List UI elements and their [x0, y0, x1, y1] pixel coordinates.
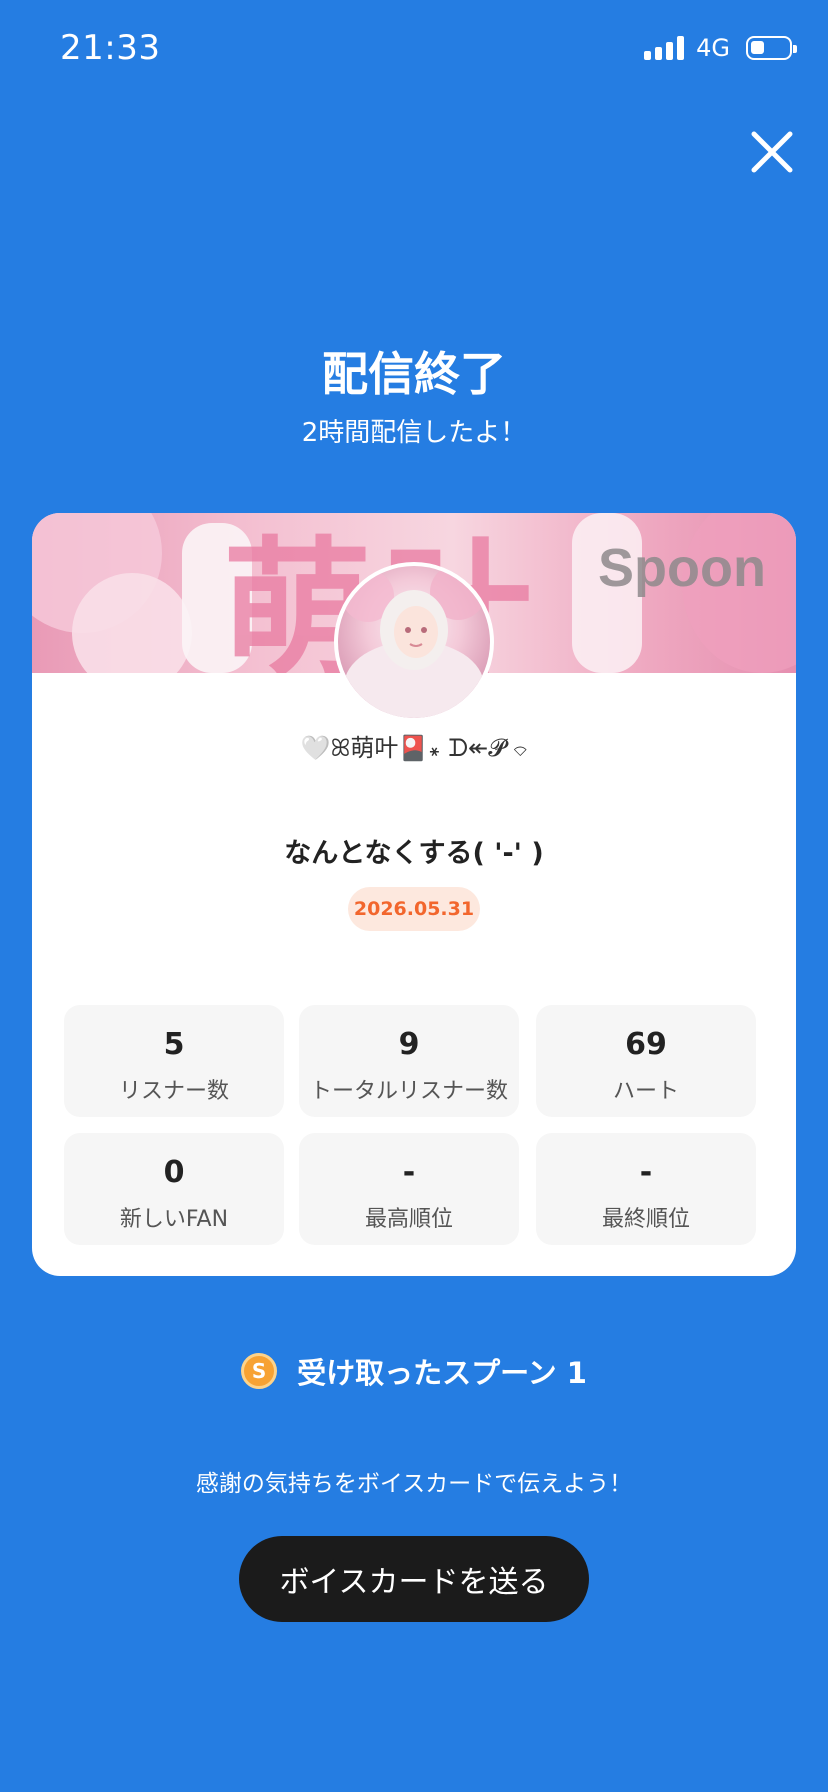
thanks-message: 感謝の気持ちをボイスカードで伝えよう！: [195, 1471, 633, 1497]
date-badge: 2026.05.31: [348, 887, 480, 931]
stat-label: トータルリスナー数: [309, 1079, 508, 1104]
stream-ended-screen: 21:33 4G 配信終了 2時間配信したよ！ 萌叶 Spoon: [0, 0, 828, 1792]
dj-nickname: 🤍ꕤ萌叶🎴꘎ ᗪ↞𝓟 ⌔: [300, 734, 528, 762]
status-bar-right: 4G: [644, 34, 797, 62]
stat-value: -: [402, 1155, 416, 1190]
stat-hearts: 69 ハート: [536, 1005, 756, 1117]
spoons-received-text: 受け取ったスプーン 1: [297, 1356, 587, 1390]
avatar[interactable]: [334, 562, 494, 722]
stat-value: 5: [163, 1027, 185, 1062]
spoon-coin-icon: S: [241, 1353, 278, 1389]
stat-value: 0: [163, 1155, 185, 1190]
stat-value: -: [639, 1155, 653, 1190]
send-voice-card-button[interactable]: ボイスカードを送る: [239, 1536, 589, 1622]
stat-value: 9: [398, 1027, 420, 1062]
spoons-received: S 受け取ったスプーン 1: [0, 1350, 828, 1392]
stat-listeners: 5 リスナー数: [64, 1005, 284, 1117]
close-button[interactable]: [748, 128, 796, 176]
status-time: 21:33: [60, 28, 161, 68]
stat-total-listeners: 9 トータルリスナー数: [299, 1005, 519, 1117]
stat-label: 新しいFAN: [119, 1207, 229, 1232]
stat-label: ハート: [612, 1079, 679, 1104]
stat-label: 最終順位: [601, 1207, 690, 1232]
page-title: 配信終了: [322, 347, 506, 401]
stat-final-rank: - 最終順位: [536, 1133, 756, 1245]
network-type: 4G: [696, 34, 730, 62]
stream-summary-card: 萌叶 Spoon 🤍ꕤ萌叶🎴꘎ ᗪ↞𝓟 ⌔ なんとなくする( '-' ) 202…: [32, 513, 796, 1276]
stat-new-fans: 0 新しいFAN: [64, 1133, 284, 1245]
signal-icon: [644, 36, 685, 60]
page-subtitle: 2時間配信したよ！: [301, 418, 527, 448]
close-icon: [751, 131, 793, 173]
battery-icon: [746, 36, 797, 60]
live-title: なんとなくする( '-' ): [284, 838, 544, 869]
avatar-illustration: [342, 566, 486, 718]
stat-label: 最高順位: [364, 1207, 453, 1232]
banner-brand: Spoon: [598, 538, 766, 598]
stat-label: リスナー数: [118, 1079, 229, 1104]
stat-highest-rank: - 最高順位: [299, 1133, 519, 1245]
stat-value: 69: [625, 1027, 667, 1062]
